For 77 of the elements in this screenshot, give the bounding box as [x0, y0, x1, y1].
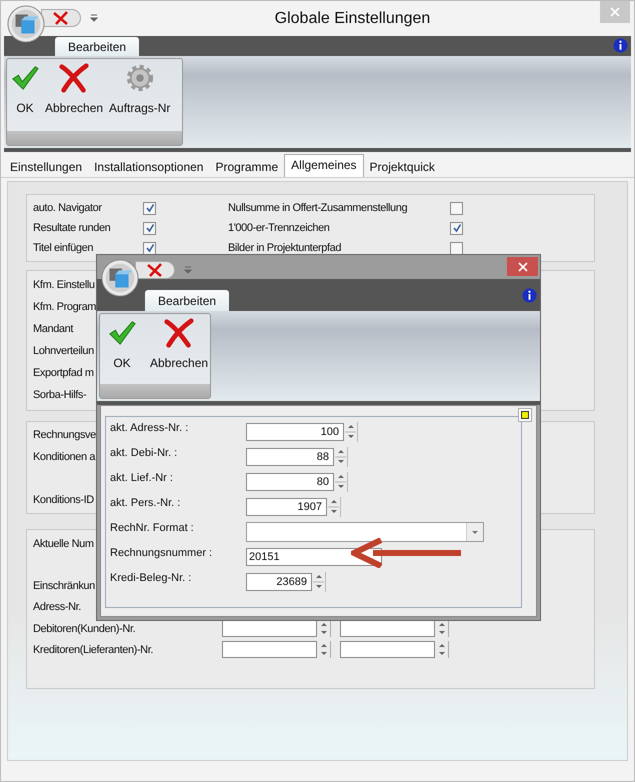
field-label: akt. Lief.-Nr :: [110, 472, 174, 484]
spin-field[interactable]: 88: [246, 448, 334, 466]
field-label: Rechnungsnummer :: [110, 547, 214, 559]
field-label: Lohnverteilun: [33, 344, 94, 356]
option-label: 1'000-er-Trennzeichen: [228, 222, 331, 234]
tab[interactable]: Installationsoptionen: [88, 157, 210, 177]
field-label: Kredi-Beleg-Nr. :: [110, 572, 192, 584]
spin-field[interactable]: 100: [246, 423, 344, 441]
option-label: Titel einfügen: [33, 242, 94, 254]
field-label: Debitoren(Kunden)-Nr.: [33, 622, 136, 634]
field-label: Kfm. Einstellu: [33, 278, 95, 290]
cancel-quick-button[interactable]: [41, 9, 81, 27]
field-label: akt. Adress-Nr. :: [110, 422, 190, 434]
spin-field[interactable]: 1907: [246, 498, 327, 516]
spin-arrows-icon[interactable]: [334, 447, 348, 467]
combo-box[interactable]: [246, 522, 484, 542]
field-label: Mandant: [33, 322, 74, 334]
tab[interactable]: Allgemeines: [284, 154, 364, 177]
checkmark-icon: [108, 318, 136, 348]
field-label: Konditionen a: [33, 451, 96, 463]
checkbox[interactable]: [143, 242, 156, 254]
field-label: Kfm. Program: [33, 300, 96, 312]
cross-icon: [51, 11, 71, 25]
ribbon-button[interactable]: OK: [9, 63, 41, 131]
cross-icon: [163, 318, 196, 348]
spin-field[interactable]: [222, 620, 331, 637]
spin-field[interactable]: 80: [246, 473, 334, 491]
ribbon-button[interactable]: Abbrechen: [43, 63, 106, 131]
field-label: Aktuelle Num: [33, 538, 94, 550]
spin-arrows-icon[interactable]: [327, 497, 341, 517]
window-title: Globale Einstellungen: [274, 10, 432, 28]
pin-icon[interactable]: [518, 408, 532, 422]
field-label: Exportpfad m: [33, 366, 94, 378]
cross-icon: [58, 63, 90, 93]
field-label: RechNr. Format :: [110, 522, 195, 534]
dropdown-icon[interactable]: [90, 14, 98, 22]
field-label: Sorba-Hilfs-: [33, 388, 86, 400]
spin-field[interactable]: [340, 620, 449, 637]
spin-arrows-icon[interactable]: [344, 422, 358, 442]
ribbon-button[interactable]: Abbrechen: [148, 318, 210, 384]
checkbox[interactable]: [450, 202, 463, 214]
ribbon-tab[interactable]: Bearbeiten: [145, 290, 230, 311]
spin-arrows-icon[interactable]: [334, 472, 348, 492]
close-icon: [610, 7, 620, 17]
field-label: Adress-Nr.: [33, 600, 81, 612]
tab[interactable]: Programme: [209, 157, 284, 177]
checkbox[interactable]: [143, 202, 156, 214]
field-label: Kreditoren(Lieferanten)-Nr.: [33, 644, 154, 656]
spin-field[interactable]: 23689: [246, 573, 312, 591]
field-label: Einschränkun: [33, 580, 95, 592]
option-label: auto. Navigator: [33, 202, 103, 214]
tab[interactable]: Einstellungen: [4, 157, 88, 177]
ribbon-tab[interactable]: Bearbeiten: [55, 37, 140, 56]
option-label: Resultate runden: [33, 222, 112, 234]
close-icon: [518, 262, 528, 272]
spin-field[interactable]: [222, 641, 331, 658]
field-label: akt. Pers.-Nr. :: [110, 497, 182, 509]
field-label: akt. Debi-Nr. :: [110, 447, 178, 459]
option-label: Nullsumme in Offert-Zusammenstellung: [228, 202, 408, 214]
tab[interactable]: Projektquick: [364, 157, 441, 177]
cancel-quick-button[interactable]: [135, 261, 175, 279]
cross-icon: [145, 263, 165, 277]
info-icon[interactable]: [613, 38, 628, 53]
info-icon[interactable]: [522, 288, 537, 303]
checkbox[interactable]: [450, 222, 463, 234]
checkbox[interactable]: [450, 242, 463, 254]
close-button[interactable]: [507, 257, 538, 276]
ribbon-button[interactable]: Auftrags-Nr: [107, 63, 172, 131]
checkmark-icon: [11, 63, 39, 93]
checkbox[interactable]: [143, 222, 156, 234]
field-label: Konditions-ID: [33, 494, 94, 506]
spin-field[interactable]: [340, 641, 449, 658]
ribbon-button[interactable]: OK: [106, 318, 138, 384]
field-label: Rechnungsve: [33, 429, 96, 442]
option-label: Bilder in Projektunterpfad: [228, 242, 342, 254]
spin-arrows-icon[interactable]: [312, 572, 326, 592]
gear-icon: [124, 63, 155, 93]
